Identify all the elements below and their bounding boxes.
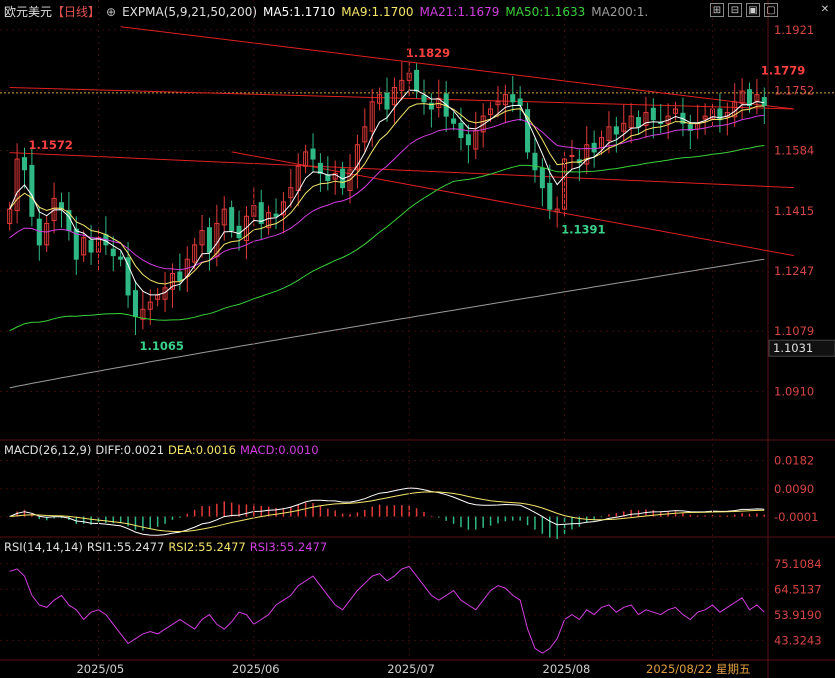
rsi-tick-2: 53.9190 [774, 608, 822, 622]
candle-body-88 [658, 122, 664, 125]
candle-body-61 [458, 122, 464, 139]
candle-body-76 [569, 154, 575, 157]
macd-tick-1: 0.0090 [774, 482, 814, 496]
rsi-tick-0: 75.1084 [774, 557, 822, 571]
price-tick-6: 1.0910 [774, 385, 814, 399]
candle-body-69 [517, 98, 523, 106]
layout-icon[interactable]: ▣ [746, 3, 760, 17]
channel-line-3 [120, 26, 794, 110]
rsi-line [9, 565, 765, 654]
annotation-0: 1.1572 [28, 138, 72, 152]
candle-body-36 [273, 213, 279, 217]
period-label[interactable]: 【日线】 [52, 5, 100, 19]
candle-body-17 [132, 290, 139, 317]
rsi-label: RSI(14,14,14) [4, 540, 83, 554]
rsi-header: RSI(14,14,14) RSI1:55.2477 RSI2:55.2477 RSI… [4, 540, 331, 554]
rsi-tick-1: 64.5137 [774, 582, 822, 596]
zoom-out-icon[interactable]: ⊟ [728, 3, 742, 17]
x-label-0: 2025/05 [76, 662, 124, 676]
chart-canvas: 1.1921 1.1752 1.1584 1.1415 1.1247 1.1079 1.09… [0, 0, 835, 678]
candle-body-2 [21, 157, 28, 171]
candle-body-30 [229, 207, 235, 232]
price-tick-0: 1.1921 [774, 23, 814, 37]
candle-body-82 [613, 126, 619, 135]
crosshair-icon[interactable]: ⊕ [106, 5, 116, 19]
candle-body-72 [539, 167, 545, 189]
macd-label: MACD(26,12,9) [4, 443, 92, 457]
candle-body-14 [110, 248, 116, 257]
candle-body-100 [746, 89, 753, 106]
annotation-2: 1.1829 [406, 46, 450, 60]
annotation-3: 1.1391 [561, 222, 605, 236]
annotation-1: 1.1065 [139, 339, 183, 353]
ma50-value: MA50:1.1633 [505, 5, 586, 19]
last-price-label: 1.1031 [773, 341, 813, 355]
candle-body-71 [532, 152, 538, 171]
candle-body-85 [635, 117, 642, 128]
ma9-value: MA9:1.1700 [341, 5, 414, 19]
candle-body-102 [761, 97, 767, 106]
symbol-title: 欧元美元 [4, 5, 53, 19]
candle-body-8 [66, 210, 72, 232]
x-label-3: 2025/08 [543, 662, 591, 676]
candle-body-73 [547, 182, 553, 210]
price-tick-4: 1.1247 [774, 264, 814, 278]
candle-body-55 [414, 69, 420, 92]
candle-body-43 [325, 174, 331, 182]
x-label-2: 2025/07 [387, 662, 435, 676]
x-label-1: 2025/06 [232, 662, 280, 676]
candle-body-68 [510, 94, 516, 103]
ma200-value: MA200:1. [591, 5, 649, 19]
indicator-name: EXPMA(5,9,21,50,200) [122, 5, 258, 19]
macd-header: MACD(26,12,9) DIFF:0.0021 DEA:0.0016 MACD:0… [4, 443, 323, 457]
ma200-line [9, 258, 765, 389]
rsi1-value: RSI1:55.2477 [86, 540, 165, 554]
macd-diff: DIFF:0.0021 [95, 443, 165, 457]
candle-body-51 [384, 92, 390, 110]
candle-body-11 [88, 240, 94, 253]
candle-body-27 [206, 227, 212, 253]
rsi2-value: RSI2:55.2477 [168, 540, 246, 554]
ma50-line [9, 145, 765, 332]
candle-body-87 [650, 107, 656, 121]
ma5-value: MA5:1.1710 [263, 5, 336, 19]
macd-macd: MACD:0.0010 [239, 443, 319, 457]
macd-dea: DEA:0.0016 [168, 443, 236, 457]
rsi-tick-3: 43.3243 [774, 633, 822, 647]
candle-body-3 [29, 164, 35, 217]
ma21-value: MA21:1.1679 [419, 5, 500, 19]
candle-body-15 [118, 256, 124, 260]
candle-body-41 [310, 148, 316, 160]
main-header: 欧元美元【日线】 ⊕ EXPMA(5,9,21,50,200) MA5:1.1710 M… [4, 3, 654, 20]
candle-body-23 [177, 271, 183, 282]
candle-body-16 [125, 257, 131, 296]
close-icon[interactable]: ✕ [818, 3, 832, 17]
candle-body-62 [465, 134, 471, 146]
candle-body-79 [591, 142, 597, 153]
candle-body-56 [421, 94, 427, 103]
zoom-in-icon[interactable]: ⊞ [710, 3, 724, 17]
x-label-4: 2025/08/22 星期五 [646, 662, 750, 676]
macd-tick-2: -0.0001 [774, 510, 818, 524]
annotation-4: 1.1779 [761, 64, 805, 78]
maximize-icon[interactable]: ▢ [764, 3, 778, 17]
price-tick-5: 1.1079 [774, 324, 814, 338]
price-tick-2: 1.1584 [774, 143, 814, 157]
macd-tick-0: 0.0182 [774, 454, 814, 468]
candle-body-60 [451, 118, 457, 124]
channel-line-1 [9, 152, 794, 189]
price-tick-3: 1.1415 [774, 204, 814, 218]
rsi3-value: RSI3:55.2477 [249, 540, 328, 554]
price-tick-1: 1.1752 [774, 83, 814, 97]
